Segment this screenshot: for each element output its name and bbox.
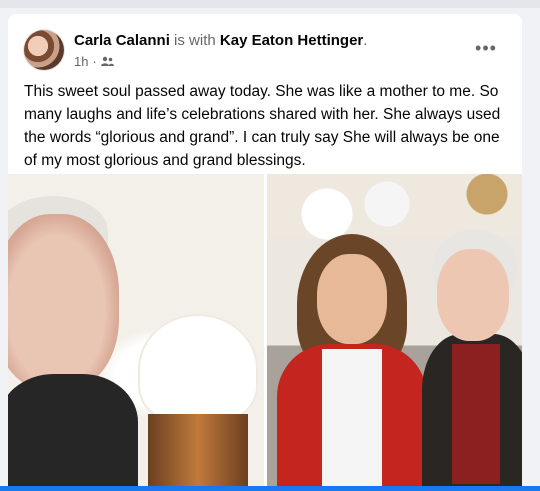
with-connector: is with (169, 32, 220, 49)
photo-elderly-woman-dessert[interactable] (8, 174, 264, 486)
post-meta: 1h · (74, 54, 114, 69)
photo-two-women[interactable] (266, 174, 522, 486)
photo-grid (8, 174, 522, 486)
photo-detail (8, 374, 138, 486)
post-card: Carla Calanni is with Kay Eaton Hettinge… (8, 14, 522, 486)
photo-detail (138, 314, 258, 424)
photo-detail (451, 344, 500, 484)
photo-detail (148, 414, 248, 486)
photo-detail (436, 249, 509, 341)
photo-detail (321, 349, 382, 486)
author-name[interactable]: Carla Calanni (74, 32, 170, 49)
meta-dot: · (92, 54, 97, 69)
author-avatar[interactable] (24, 30, 64, 70)
tagged-suffix: . (363, 32, 368, 49)
tagged-person[interactable]: Kay Eaton Hettinger (220, 32, 363, 49)
top-strip (0, 0, 540, 8)
taskbar-edge (0, 486, 540, 491)
post-text: This sweet soul passed away today. She w… (24, 83, 501, 169)
page-gutter (522, 14, 540, 486)
post-header: Carla Calanni is with Kay Eaton Hettinge… (8, 14, 522, 74)
photo-detail (316, 254, 387, 344)
post-time[interactable]: 1h (74, 54, 88, 69)
photo-detail (8, 214, 119, 389)
friends-icon[interactable] (100, 56, 114, 67)
author-line: Carla Calanni is with Kay Eaton Hettinge… (74, 32, 367, 49)
more-options-button[interactable]: ••• (468, 36, 504, 60)
more-options-icon: ••• (475, 38, 497, 58)
